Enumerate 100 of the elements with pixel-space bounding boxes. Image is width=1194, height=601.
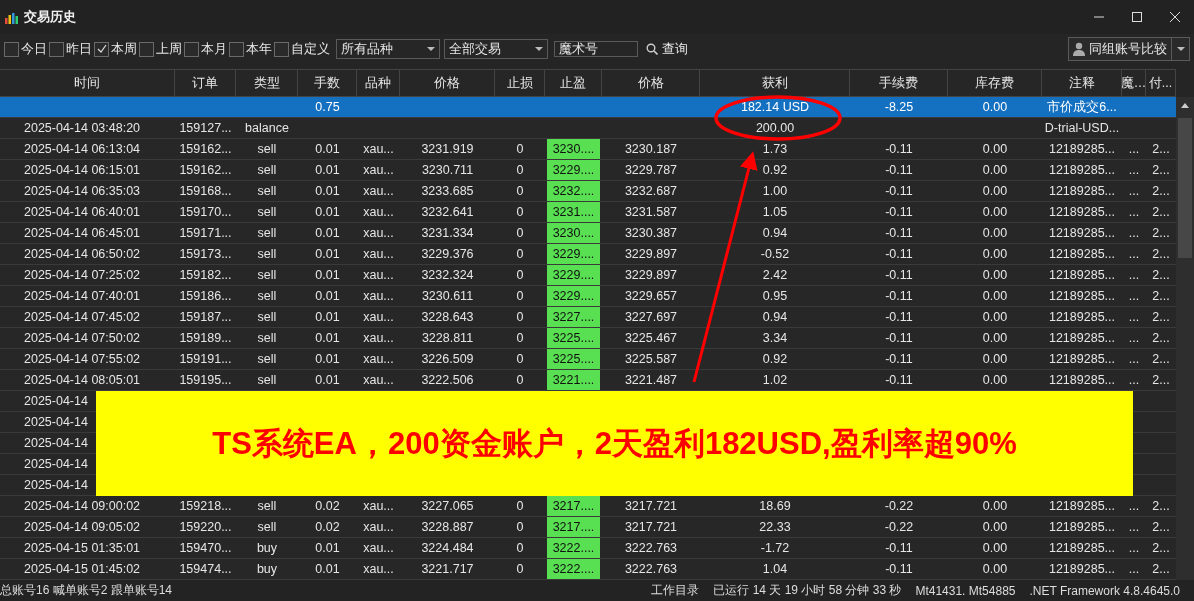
table-cell-text: 0 bbox=[515, 246, 525, 263]
caret-icon[interactable] bbox=[427, 47, 435, 51]
scrollbar-thumb[interactable] bbox=[1178, 118, 1192, 258]
table-cell-text: 12189285... bbox=[1047, 519, 1116, 536]
table-cell-text: xau... bbox=[362, 540, 395, 557]
table-cell-text: 3228.811 bbox=[420, 330, 475, 347]
table-cell-text: 159162... bbox=[178, 162, 233, 179]
table-cell-text: -1.72 bbox=[759, 540, 791, 557]
column-header[interactable]: 价格 bbox=[602, 70, 700, 96]
caret-icon[interactable] bbox=[535, 47, 543, 51]
take-profit-cell: 3230.... bbox=[547, 139, 600, 159]
period-checkbox[interactable]: 今日 bbox=[4, 40, 47, 58]
take-profit-cell: 3232.... bbox=[547, 181, 600, 201]
period-checkbox[interactable]: 本月 bbox=[184, 40, 227, 58]
table-cell-text: 12189285... bbox=[1047, 204, 1116, 221]
table-cell-text: sell bbox=[256, 330, 278, 347]
table-cell-text: 18.69 bbox=[758, 498, 792, 515]
table-cell-text: xau... bbox=[362, 204, 395, 221]
table-cell-text: 2... bbox=[1151, 330, 1171, 347]
table-cell-text: 2025-04-14 07:55:02 bbox=[23, 351, 142, 368]
table-cell-text: xau... bbox=[362, 351, 395, 368]
caret-icon[interactable] bbox=[1176, 47, 1185, 51]
table-cell-text: 3221.717 bbox=[420, 561, 475, 578]
table-cell-text: xau... bbox=[362, 267, 395, 284]
magic-number-field[interactable]: 魔术号 bbox=[554, 41, 638, 57]
period-checkbox[interactable]: 本周 bbox=[94, 40, 137, 58]
column-header[interactable]: 类型 bbox=[236, 70, 298, 96]
scroll-up-icon[interactable] bbox=[1181, 103, 1189, 108]
table-cell-text: 2025-04-14 08:05:01 bbox=[23, 372, 142, 389]
table-cell-text: 159170... bbox=[178, 204, 233, 221]
compare-button[interactable]: 同组账号比较 bbox=[1068, 37, 1172, 61]
user-icon[interactable] bbox=[1073, 42, 1085, 56]
table-cell-text: 2025-04-14 06:35:03 bbox=[23, 183, 142, 200]
table-cell-text: 0.01 bbox=[314, 561, 341, 578]
table-cell-text: 2... bbox=[1151, 162, 1171, 179]
column-header[interactable]: 库存费 bbox=[948, 70, 1042, 96]
maximize-icon[interactable] bbox=[1132, 12, 1142, 22]
table-cell-text: 3227.065 bbox=[420, 498, 475, 515]
search-button[interactable]: 查询 bbox=[644, 40, 690, 58]
column-header[interactable]: 时间 bbox=[0, 70, 175, 96]
table-cell-text: 2... bbox=[1151, 288, 1171, 305]
table-cell-text: 2... bbox=[1151, 309, 1171, 326]
table-cell-text: 159470... bbox=[178, 540, 233, 557]
window-title: 交易历史 bbox=[24, 8, 76, 26]
check-icon[interactable] bbox=[96, 44, 107, 54]
table-cell-text: 1.00 bbox=[761, 183, 789, 200]
table-cell-text: 0 bbox=[515, 519, 525, 536]
take-profit-cell: 3229.... bbox=[547, 244, 600, 264]
scrollbar[interactable] bbox=[1176, 97, 1194, 580]
take-profit-cell: 3217.... bbox=[547, 496, 600, 516]
table-cell-text: 0.01 bbox=[314, 162, 341, 179]
table-cell-text: 159162... bbox=[178, 141, 233, 158]
search-icon[interactable] bbox=[646, 43, 658, 55]
column-header[interactable]: 止损 bbox=[495, 70, 545, 96]
period-checkbox[interactable]: 上周 bbox=[139, 40, 182, 58]
column-header[interactable]: 手数 bbox=[298, 70, 357, 96]
table-cell-text: 0.00 bbox=[981, 330, 1009, 347]
table-cell-text: ... bbox=[1127, 372, 1141, 389]
table-cell-text: 2... bbox=[1151, 183, 1171, 200]
table-cell-text: 159189... bbox=[178, 330, 233, 347]
table-cell-text: 12189285... bbox=[1047, 372, 1116, 389]
table-cell-text: 2025-04-14 bbox=[23, 435, 89, 452]
table-cell-text: 2025-04-14 06:50:02 bbox=[23, 246, 142, 263]
table-cell-text: 0.00 bbox=[981, 204, 1009, 221]
table-cell-text: 0.00 bbox=[981, 540, 1009, 557]
table-cell-text: -0.11 bbox=[884, 372, 914, 389]
table-cell-text: 159168... bbox=[178, 183, 233, 200]
table-cell-text: -0.11 bbox=[884, 204, 914, 221]
table-cell-text: 2025-04-14 06:40:01 bbox=[23, 204, 142, 221]
column-header[interactable]: 品种 bbox=[357, 70, 400, 96]
column-header[interactable]: 注释 bbox=[1042, 70, 1122, 96]
table-cell-text: xau... bbox=[362, 309, 395, 326]
filter-dropdown[interactable]: 所有品种 bbox=[336, 39, 440, 59]
column-header[interactable]: 订单 bbox=[175, 70, 236, 96]
table-cell-text: -0.11 bbox=[884, 309, 914, 326]
column-header[interactable]: 付... bbox=[1146, 70, 1176, 96]
table-cell-text: 0.00 bbox=[981, 183, 1009, 200]
table-cell-text: 159474... bbox=[178, 561, 233, 578]
table-cell-text: 3227.697 bbox=[623, 309, 679, 326]
table-cell-text: -8.25 bbox=[883, 99, 915, 116]
column-header[interactable]: 价格 bbox=[400, 70, 495, 96]
table-cell-text: 0.01 bbox=[314, 183, 341, 200]
table-cell-text: 0.75 bbox=[314, 99, 341, 116]
filter-dropdown[interactable]: 全部交易 bbox=[444, 39, 548, 59]
table-cell-text: sell bbox=[256, 519, 278, 536]
period-checkbox[interactable]: 自定义 bbox=[274, 40, 330, 58]
table-cell-text: 3230.611 bbox=[420, 288, 475, 305]
table-cell-text: 0.01 bbox=[314, 246, 341, 263]
period-checkbox[interactable]: 本年 bbox=[229, 40, 272, 58]
column-header[interactable]: 止盈 bbox=[545, 70, 602, 96]
period-checkbox[interactable]: 昨日 bbox=[49, 40, 92, 58]
column-header[interactable]: 获利 bbox=[700, 70, 850, 96]
dropdown-button[interactable] bbox=[1172, 37, 1190, 61]
selected-row[interactable]: 0.75 182.14 USD -8.25 0.00 市价成交6... bbox=[0, 97, 1176, 118]
table-cell-text: 3222.763 bbox=[623, 540, 679, 557]
column-header[interactable]: 手续费 bbox=[850, 70, 948, 96]
table-cell-text: 159218... bbox=[178, 498, 233, 515]
table-cell-text: -0.11 bbox=[884, 267, 914, 284]
table-cell-text: 12189285... bbox=[1047, 498, 1116, 515]
close-icon[interactable] bbox=[1170, 12, 1180, 22]
